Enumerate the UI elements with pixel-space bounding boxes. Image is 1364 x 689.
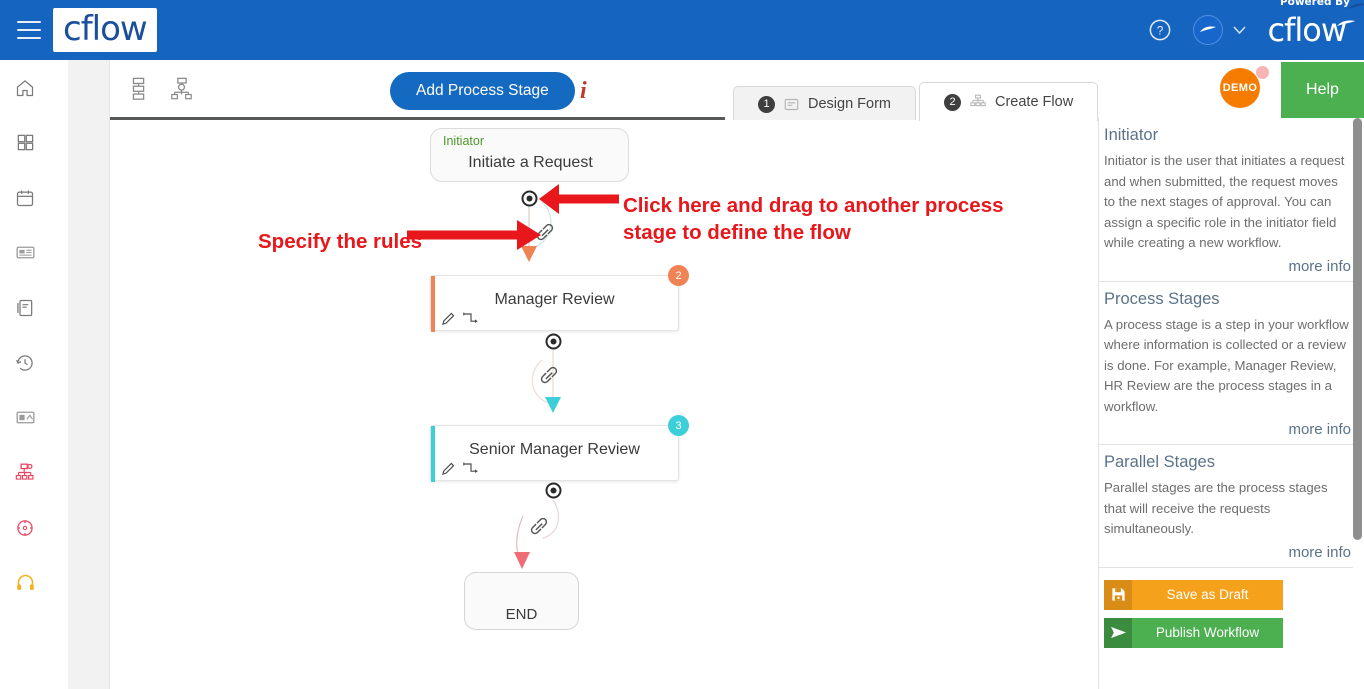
top-bar: cflow ? Powered By cflow (0, 0, 1364, 60)
workflow-canvas[interactable]: Initiator Initiate a Request Manager Rev… (111, 120, 1098, 689)
sidebar-item-rules[interactable] (0, 500, 50, 555)
side-section-initiator: Initiator Initiator is the user that ini… (1099, 118, 1356, 282)
publish-workflow-button[interactable]: Publish Workflow (1104, 617, 1283, 648)
specify-rules-annotation: Specify the rules (258, 230, 423, 253)
calendar-icon (16, 190, 34, 206)
side-section-process-stages: Process Stages A process stage is a step… (1099, 282, 1356, 445)
sidebar-item-home[interactable] (0, 60, 50, 115)
tab-design-form-number: 1 (758, 95, 775, 113)
sidebar-item-calendar[interactable] (0, 170, 50, 225)
side-section-title: Parallel Stages (1104, 453, 1215, 471)
help-button[interactable]: Help (1281, 62, 1364, 118)
powered-by-label: Powered By (1279, 0, 1350, 8)
more-info-link-parallel-stages[interactable]: more info (1104, 544, 1351, 561)
question-circle-icon[interactable]: ? (1149, 19, 1171, 41)
sidebar-item-workflows[interactable] (0, 445, 50, 500)
side-section-body: Parallel stages are the process stages t… (1104, 480, 1328, 536)
side-section-title: Initiator (1104, 126, 1159, 144)
tab-design-form[interactable]: 1 Design Form (733, 86, 916, 121)
image-card-icon (16, 411, 34, 424)
tab-create-flow-label: Create Flow (995, 94, 1074, 110)
sidebar-item-support[interactable] (0, 555, 50, 610)
more-info-link-initiator[interactable]: more info (1104, 258, 1351, 275)
wizard-tabs: 1 Design Form 2 Create Flow (733, 82, 1099, 121)
send-arrow-icon (1104, 617, 1132, 648)
cflow-logo-text: cflow (63, 9, 148, 49)
home-icon (16, 79, 34, 96)
stacked-list-view-button[interactable] (118, 69, 160, 109)
user-avatar[interactable] (1192, 15, 1223, 45)
sidebar-item-cards[interactable] (0, 225, 50, 280)
side-section-title: Process Stages (1104, 289, 1220, 308)
top-bar-right-group: ? Powered By cflow (1149, 0, 1364, 60)
more-info-link-process-stages[interactable]: more info (1104, 421, 1351, 438)
target-clock-icon (17, 519, 33, 536)
headset-icon (16, 574, 34, 590)
notification-dot-icon (1256, 66, 1269, 79)
save-as-draft-button[interactable]: Save as Draft (1104, 579, 1283, 610)
left-icon-rail (0, 60, 50, 689)
history-clock-icon (16, 354, 33, 371)
help-side-panel: Initiator Initiator is the user that ini… (1098, 118, 1356, 689)
add-process-stage-button[interactable]: Add Process Stage (390, 72, 575, 110)
hierarchy-view-icon (170, 77, 192, 100)
workflow-tree-icon (15, 463, 34, 480)
click-drag-annotation: Click here and drag to another process s… (623, 194, 1004, 244)
sidebar-item-dashboard[interactable] (0, 115, 50, 170)
floppy-save-icon (1104, 579, 1132, 610)
svg-text:?: ? (1156, 24, 1163, 38)
rail-gap (50, 60, 68, 689)
chevron-down-icon[interactable] (1232, 25, 1246, 35)
flow-icon (970, 94, 986, 107)
save-as-draft-label: Save as Draft (1166, 587, 1249, 602)
powered-by-logo-text: cflow (1267, 10, 1347, 49)
sidebar-item-history[interactable] (0, 335, 50, 390)
hierarchy-view-button[interactable] (160, 69, 202, 109)
stacked-list-view-icon (132, 77, 145, 100)
sidebar-item-documents[interactable] (0, 280, 50, 335)
tab-create-flow-number: 2 (944, 93, 961, 111)
powered-logo-swish-icon (1337, 20, 1355, 26)
view-toggle-group (118, 69, 202, 109)
sidebar-item-reports[interactable] (0, 390, 50, 445)
side-section-body: Initiator is the user that initiates a r… (1104, 153, 1345, 250)
side-action-buttons: Save as Draft Publish Workflow (1099, 568, 1356, 661)
avatar-swish-icon (1199, 26, 1216, 32)
side-section-parallel-stages: Parallel Stages Parallel stages are the … (1099, 445, 1356, 568)
form-icon (784, 98, 799, 110)
info-icon[interactable]: i (580, 78, 587, 105)
demo-account-badge[interactable]: DEMO (1220, 68, 1260, 108)
side-section-body: A process stage is a step in your workfl… (1104, 316, 1349, 414)
card-icon (16, 246, 34, 259)
document-icon (17, 299, 33, 316)
tab-design-form-label: Design Form (808, 96, 891, 112)
cflow-logo[interactable]: cflow (53, 3, 1364, 52)
publish-workflow-label: Publish Workflow (1155, 625, 1260, 640)
dashboard-grid-icon (17, 134, 33, 151)
side-panel-scrollbar-thumb[interactable] (1353, 118, 1362, 540)
canvas-left-strip (68, 60, 110, 689)
tab-create-flow[interactable]: 2 Create Flow (919, 82, 1099, 121)
powered-by-block: Powered By cflow (1267, 0, 1355, 49)
app-root: cflow ? Powered By cflow Add Process Sta… (0, 0, 1364, 689)
hamburger-menu-icon[interactable] (17, 21, 41, 39)
